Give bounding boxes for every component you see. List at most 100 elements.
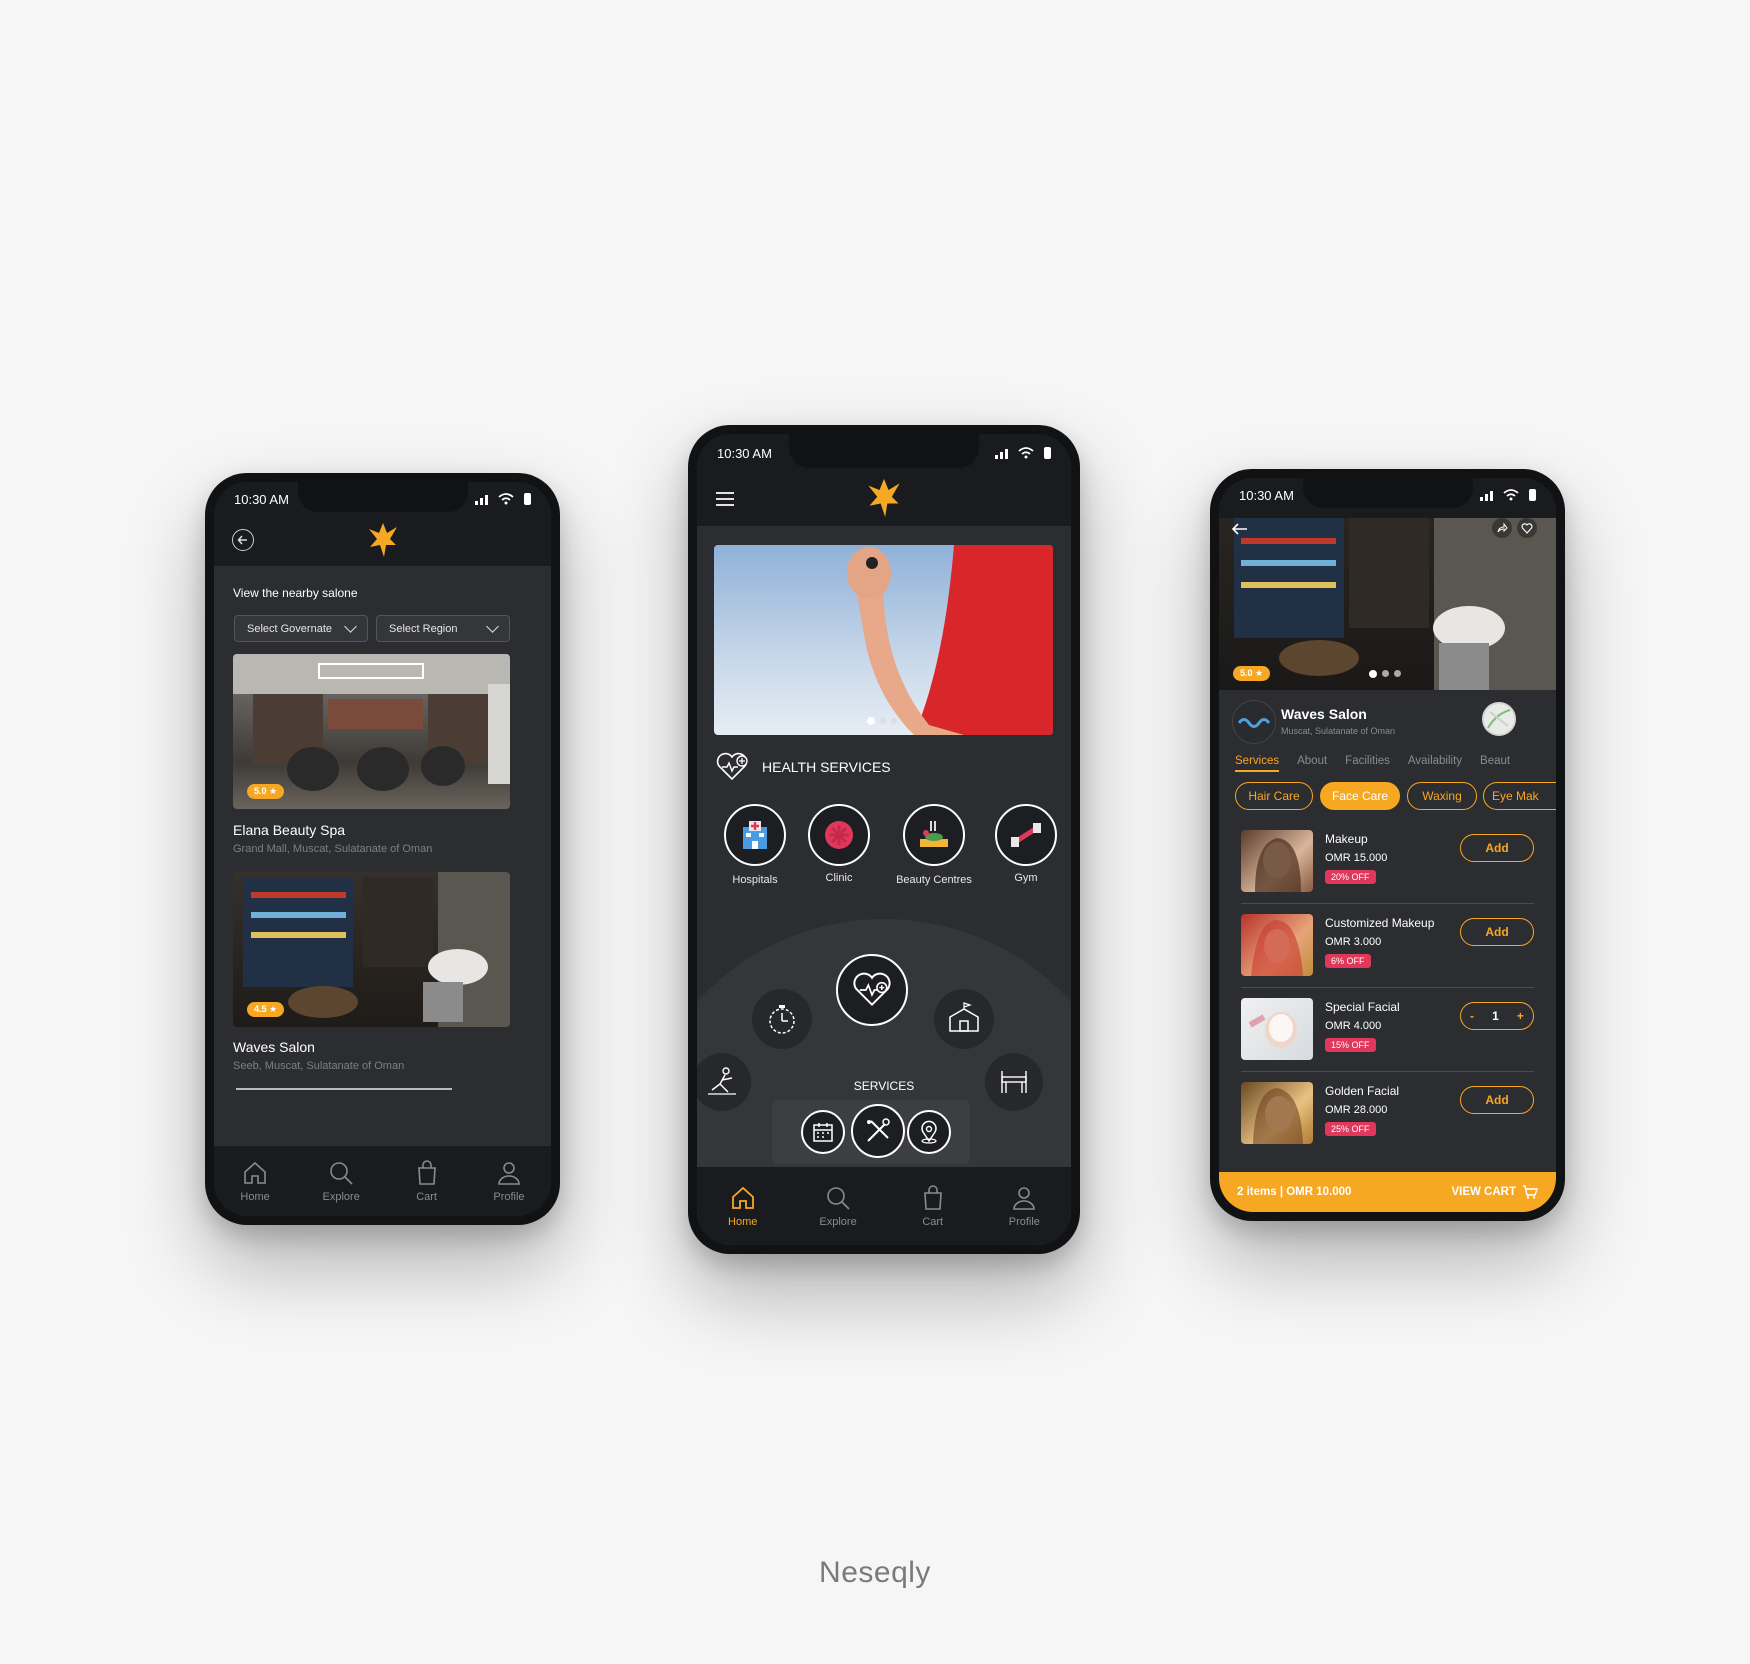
search-icon: [827, 1187, 850, 1210]
service-thumbnail: [1241, 1082, 1313, 1144]
service-name: Golden Facial: [1325, 1084, 1400, 1098]
listing-title[interactable]: Waves Salon: [233, 1039, 315, 1055]
cart-bar[interactable]: 2 items | OMR 10.000 VIEW CART: [1219, 1172, 1556, 1212]
carousel-dot[interactable]: [1394, 670, 1401, 677]
cart-summary: 2 items | OMR 10.000: [1237, 1186, 1352, 1198]
add-button[interactable]: Add: [1460, 1086, 1534, 1114]
listing-photo[interactable]: 4.5 ★: [233, 872, 510, 1027]
service-thumbnail: [1241, 914, 1313, 976]
hamburger-menu-icon: [716, 492, 734, 506]
screen-salon-list: 10:30 AM View the nearby salone Select G…: [214, 482, 551, 1216]
carousel-dot[interactable]: [880, 718, 886, 724]
status-time: 10:30 AM: [234, 491, 289, 507]
region-dropdown[interactable]: Select Region: [376, 615, 510, 642]
notch: [297, 482, 468, 512]
phone-salon-detail: 10:30 AM 5.0 ★ Waves Salon Muscat, Sulat…: [1210, 469, 1565, 1221]
shopping-bag-icon: [923, 1185, 942, 1210]
nav-profile[interactable]: Profile: [1009, 1184, 1040, 1228]
tab-availability[interactable]: Availability: [1408, 755, 1462, 772]
share-button[interactable]: [1492, 518, 1512, 538]
listing-address: Seeb, Muscat, Sulatanate of Oman: [233, 1060, 405, 1072]
add-button[interactable]: Add: [1460, 918, 1534, 946]
service-price: OMR 4.000: [1325, 1020, 1382, 1032]
tab-facilities[interactable]: Facilities: [1345, 755, 1390, 772]
carousel-dot-active[interactable]: [867, 717, 875, 725]
increment-button[interactable]: +: [1517, 1009, 1524, 1023]
status-time: 10:30 AM: [1239, 487, 1294, 503]
heart-icon: [1521, 523, 1533, 534]
location-service-button[interactable]: [907, 1110, 951, 1154]
share-icon: [1497, 522, 1508, 533]
arrow-left-icon[interactable]: [1231, 522, 1249, 536]
carousel-dots: [1369, 670, 1401, 678]
listing-photo[interactable]: 5.0 ★: [233, 654, 510, 809]
category-hospitals-button[interactable]: [724, 804, 786, 866]
nav-home[interactable]: Home: [240, 1159, 270, 1203]
back-button[interactable]: [232, 529, 254, 551]
shopping-bag-icon: [417, 1160, 436, 1185]
filter-face-care[interactable]: Face Care: [1320, 782, 1400, 810]
tools-service-button[interactable]: [851, 1104, 905, 1158]
battery-icon: [524, 493, 531, 505]
tab-services[interactable]: Services: [1235, 755, 1280, 772]
school-service-button[interactable]: [934, 989, 994, 1049]
nearby-heading: View the nearby salone: [233, 586, 358, 600]
phone-home: 10:30 AM HEALTH SERVICES Hospitals Clini…: [688, 425, 1080, 1254]
filter-hair-care[interactable]: Hair Care: [1235, 782, 1313, 810]
brand-caption: Neseqly: [819, 1556, 931, 1589]
governate-placeholder: Select Governate: [247, 622, 332, 635]
nav-explore[interactable]: Explore: [819, 1184, 857, 1228]
governate-dropdown[interactable]: Select Governate: [234, 615, 368, 642]
favorite-button[interactable]: [1517, 518, 1537, 538]
signal-icon: [995, 447, 1008, 459]
listing-address: Grand Mall, Muscat, Sulatanate of Oman: [233, 843, 433, 855]
view-cart-label: VIEW CART: [1451, 1186, 1516, 1198]
carousel-dot[interactable]: [891, 718, 897, 724]
map-icon: [1487, 709, 1511, 729]
eagle-logo-icon: [868, 478, 900, 517]
nav-profile[interactable]: Profile: [493, 1159, 525, 1203]
rating-badge: 5.0 ★: [247, 784, 285, 799]
heart-pulse-icon: [716, 752, 748, 781]
add-button[interactable]: Add: [1460, 834, 1534, 862]
salon-address: Muscat, Sulatanate of Oman: [1281, 726, 1396, 736]
filter-eye-makeup[interactable]: Eye Mak: [1483, 782, 1556, 810]
calendar-service-button[interactable]: [801, 1110, 845, 1154]
salon-logo: [1232, 700, 1276, 744]
health-service-button[interactable]: [836, 954, 908, 1026]
map-thumbnail[interactable]: [1482, 702, 1516, 736]
eagle-logo-icon: [368, 523, 397, 557]
decrement-button[interactable]: -: [1470, 1009, 1474, 1023]
nav-home[interactable]: Home: [728, 1184, 757, 1228]
golden-facial-model-image: [1253, 1088, 1303, 1144]
carousel-dot-active[interactable]: [1369, 670, 1377, 678]
nav-cart[interactable]: Cart: [413, 1159, 441, 1203]
hero-banner[interactable]: [714, 545, 1053, 735]
menu-button[interactable]: [715, 491, 735, 507]
home-icon: [244, 1161, 266, 1184]
view-cart-button[interactable]: VIEW CART: [1451, 1185, 1538, 1199]
search-icon: [330, 1162, 353, 1185]
tab-about[interactable]: About: [1297, 755, 1327, 772]
category-label: Gym: [1014, 872, 1038, 884]
timer-service-button[interactable]: [752, 989, 812, 1049]
tab-beauty[interactable]: Beaut: [1480, 755, 1510, 772]
nav-cart[interactable]: Cart: [919, 1184, 947, 1228]
filter-waxing[interactable]: Waxing: [1407, 782, 1477, 810]
category-beauty-centres-button[interactable]: [903, 804, 965, 866]
listing-title[interactable]: Elana Beauty Spa: [233, 822, 345, 838]
discount-badge: 15% OFF: [1325, 1038, 1376, 1052]
detail-tabs: Services About Facilities Availability B…: [1235, 755, 1556, 772]
category-clinic-button[interactable]: [808, 804, 870, 866]
notch: [789, 434, 979, 468]
nav-label-home: Home: [240, 1191, 270, 1203]
hospital-icon: [743, 821, 767, 849]
dumbbell-icon: [1011, 823, 1041, 847]
category-label: Clinic: [825, 872, 853, 884]
cart-icon: [1523, 1185, 1538, 1199]
category-gym-button[interactable]: [995, 804, 1057, 866]
nav-explore[interactable]: Explore: [323, 1159, 360, 1203]
carousel-dot[interactable]: [1382, 670, 1389, 677]
health-services-header: HEALTH SERVICES: [714, 752, 891, 782]
facial-model-image: [1248, 1012, 1297, 1048]
